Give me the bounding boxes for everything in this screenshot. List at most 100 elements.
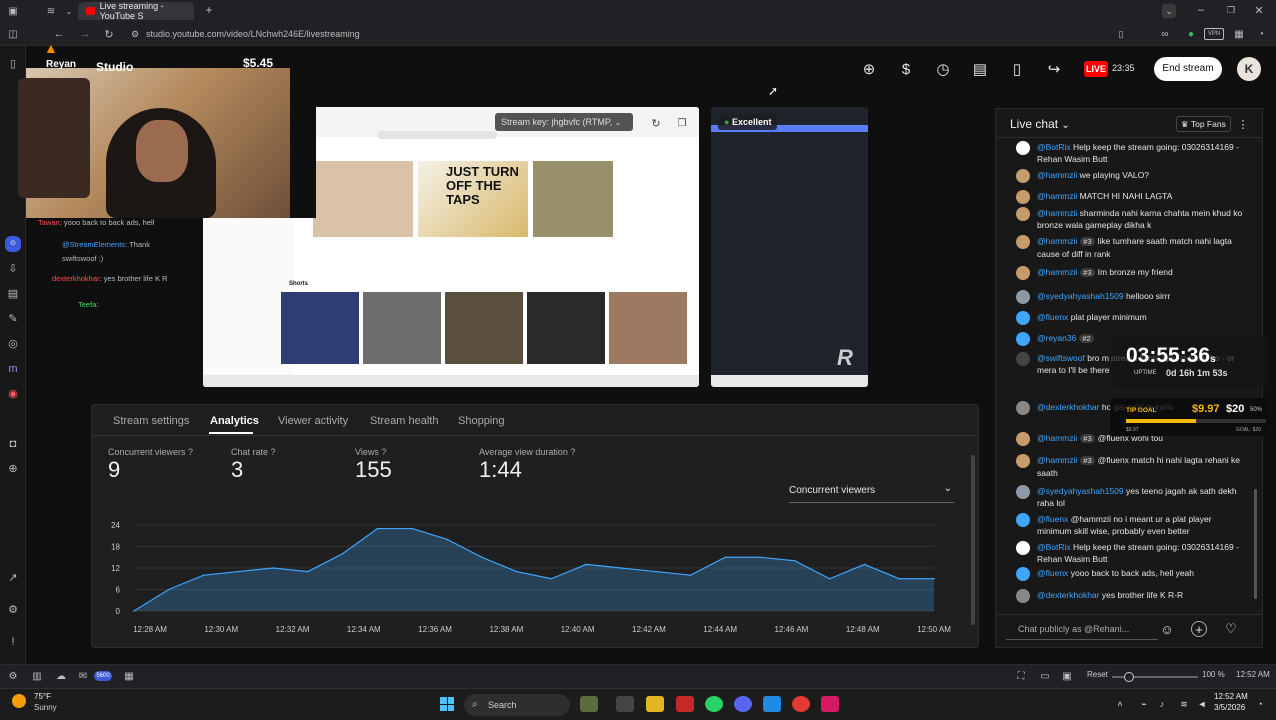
chat-message[interactable]: @hammzii sharminda nahi karna chahta mei…: [1016, 207, 1246, 231]
restore-icon[interactable]: ❐: [1224, 3, 1238, 17]
taskbar-search[interactable]: ⌕ Search: [464, 694, 570, 716]
images-icon[interactable]: ▣: [1060, 669, 1074, 683]
workspaces-icon[interactable]: ≋: [44, 4, 58, 18]
chat-avatar[interactable]: [1016, 332, 1030, 346]
site-info-icon[interactable]: ⚙: [128, 27, 142, 41]
timer-icon[interactable]: ◷: [933, 60, 953, 80]
chat-message[interactable]: @hammzii #3 Im bronze my friend: [1016, 266, 1246, 280]
taskbar-app-explorer-icon[interactable]: [646, 696, 664, 712]
capture-icon[interactable]: ⛶: [1014, 669, 1028, 683]
tab-stream-health[interactable]: Stream health: [370, 415, 438, 427]
vpn-icon[interactable]: VPN: [1204, 28, 1224, 40]
taskbar-app-vivaldi-icon[interactable]: [676, 696, 694, 712]
sidebar-notes-icon[interactable]: ✎: [5, 311, 21, 327]
weather-sun-icon[interactable]: [12, 694, 26, 708]
status-badge[interactable]: 5600: [94, 671, 112, 681]
more-options-icon[interactable]: ⋮: [1238, 117, 1249, 131]
taskbar-app-vscode-icon[interactable]: [763, 696, 781, 712]
clip-icon[interactable]: ▤: [970, 60, 990, 80]
cloud-icon[interactable]: ☁: [54, 669, 68, 683]
chat-avatar[interactable]: [1016, 485, 1030, 499]
chat-avatar[interactable]: [1016, 169, 1030, 183]
chat-avatar[interactable]: [1016, 190, 1030, 204]
weather-temp[interactable]: 75°F: [34, 692, 51, 701]
zoom-slider[interactable]: [1112, 672, 1198, 682]
monetization-icon[interactable]: ⊕: [859, 60, 879, 80]
minimize-icon[interactable]: –: [1194, 3, 1208, 17]
chat-avatar[interactable]: [1016, 290, 1030, 304]
sidebar-mastodon-icon[interactable]: ◘: [5, 436, 21, 452]
forward-arrow-icon[interactable]: →: [78, 27, 92, 41]
tiling-icon[interactable]: ▭: [1038, 669, 1052, 683]
close-icon[interactable]: ✕: [1252, 3, 1266, 17]
chat-message[interactable]: @fluenx plat player minimum: [1016, 311, 1246, 325]
taskbar-app-whatsapp-icon[interactable]: [705, 696, 723, 712]
extension-icon[interactable]: ∞: [1158, 27, 1172, 41]
taskbar-app-terminal-icon[interactable]: [616, 696, 634, 712]
wifi-icon[interactable]: ≋: [1178, 697, 1190, 711]
chat-message[interactable]: @hammzii we playing VALO?: [1016, 169, 1246, 183]
heart-icon[interactable]: ♡: [1223, 621, 1239, 637]
tray-network-icon[interactable]: ⌁: [1138, 697, 1150, 711]
top-fans-button[interactable]: ♛ Top Fans: [1176, 116, 1231, 132]
taskbar-app-obs-icon[interactable]: [792, 696, 810, 712]
chat-message[interactable]: @BotRix Help keep the stream going: 0302…: [1016, 541, 1246, 565]
chat-avatar[interactable]: [1016, 352, 1030, 366]
chat-message[interactable]: @dexterkhokhar yes brother life K R-R: [1016, 589, 1246, 603]
chat-avatar[interactable]: [1016, 207, 1030, 221]
super-chat-icon[interactable]: +: [1191, 621, 1207, 637]
tab-shopping[interactable]: Shopping: [458, 415, 505, 427]
bookmark-icon[interactable]: ▯: [1114, 27, 1128, 41]
stream-preview-secondary[interactable]: R: [711, 107, 868, 387]
tray-chevron-icon[interactable]: ˄: [1114, 697, 1126, 711]
end-stream-button[interactable]: End stream: [1154, 57, 1222, 81]
tab-search-icon[interactable]: ⌄: [1162, 4, 1176, 18]
chat-avatar[interactable]: [1016, 311, 1030, 325]
sidebar-reader-icon[interactable]: ◎: [5, 336, 21, 352]
sidebar-messenger-icon[interactable]: m: [5, 361, 21, 377]
chat-avatar[interactable]: [1016, 401, 1030, 415]
earnings-icon[interactable]: $: [896, 60, 916, 80]
volume-icon[interactable]: ◄: [1196, 697, 1208, 711]
chat-avatar[interactable]: [1016, 513, 1030, 527]
emoji-icon[interactable]: ☺: [1159, 621, 1175, 637]
sidebar-badge-icon[interactable]: ⊙: [5, 236, 21, 252]
chat-input[interactable]: Chat publicly as @Rehani...: [1006, 620, 1158, 640]
sidebar-expand-icon[interactable]: ↗: [5, 570, 21, 586]
taskbar-clock-time[interactable]: 12:52 AM: [1214, 692, 1248, 701]
share-icon[interactable]: ↪: [1044, 60, 1064, 80]
weather-desc[interactable]: Sunny: [34, 703, 57, 712]
chat-scrollbar[interactable]: [1254, 489, 1257, 599]
stream-key-dropdown[interactable]: Stream key: jhgbvfc (RTMP, ⌄: [495, 113, 633, 131]
taskbar-app-files-icon[interactable]: [580, 696, 598, 712]
bookmark-stream-icon[interactable]: ▯: [1007, 60, 1027, 80]
refresh-key-icon[interactable]: ↻: [649, 116, 663, 130]
chat-avatar[interactable]: [1016, 141, 1030, 155]
windows-start-icon[interactable]: [440, 697, 454, 711]
copy-key-icon[interactable]: ❐: [675, 116, 689, 130]
chat-message[interactable]: @BotRix Help keep the stream going: 0302…: [1016, 141, 1246, 165]
taskbar-app-vivaldi2-icon[interactable]: [821, 696, 839, 712]
tab-stream-settings[interactable]: Stream settings: [113, 415, 189, 427]
zoom-reset[interactable]: Reset: [1087, 670, 1108, 679]
taskbar-app-discord-icon[interactable]: [734, 696, 752, 712]
extension-green-icon[interactable]: ●: [1184, 27, 1198, 41]
reload-icon[interactable]: ↻: [102, 27, 116, 41]
chat-message[interactable]: @fluenx yooo back to back ads, hell yeah: [1016, 567, 1246, 581]
new-tab-icon[interactable]: +: [202, 3, 216, 17]
sidebar-toggle-icon[interactable]: ◫: [6, 27, 20, 41]
panel-icon[interactable]: ▥: [30, 669, 44, 683]
chat-avatar[interactable]: [1016, 432, 1030, 446]
chat-avatar[interactable]: [1016, 589, 1030, 603]
chat-message[interactable]: @syedyahyashah1509 hellooo sirrr: [1016, 290, 1246, 304]
taskbar-clock-date[interactable]: 3/5/2026: [1214, 703, 1245, 712]
sidebar-bookmark-icon[interactable]: ▯: [5, 56, 21, 72]
chat-message[interactable]: @syedyahyashah1509 yes teeno jagah ak sa…: [1016, 485, 1246, 509]
chat-message[interactable]: @hammzii #3 @fluenx match hi nahi lagta re…: [1016, 454, 1246, 479]
chat-avatar[interactable]: [1016, 235, 1030, 249]
sidebar-settings-icon[interactable]: ⚙: [5, 602, 21, 618]
tab-analytics[interactable]: Analytics: [210, 415, 259, 427]
sidebar-download-icon[interactable]: ⇩: [5, 261, 21, 277]
browser-menu-icon[interactable]: ▣: [6, 4, 20, 18]
channel-avatar[interactable]: K: [1237, 57, 1261, 81]
